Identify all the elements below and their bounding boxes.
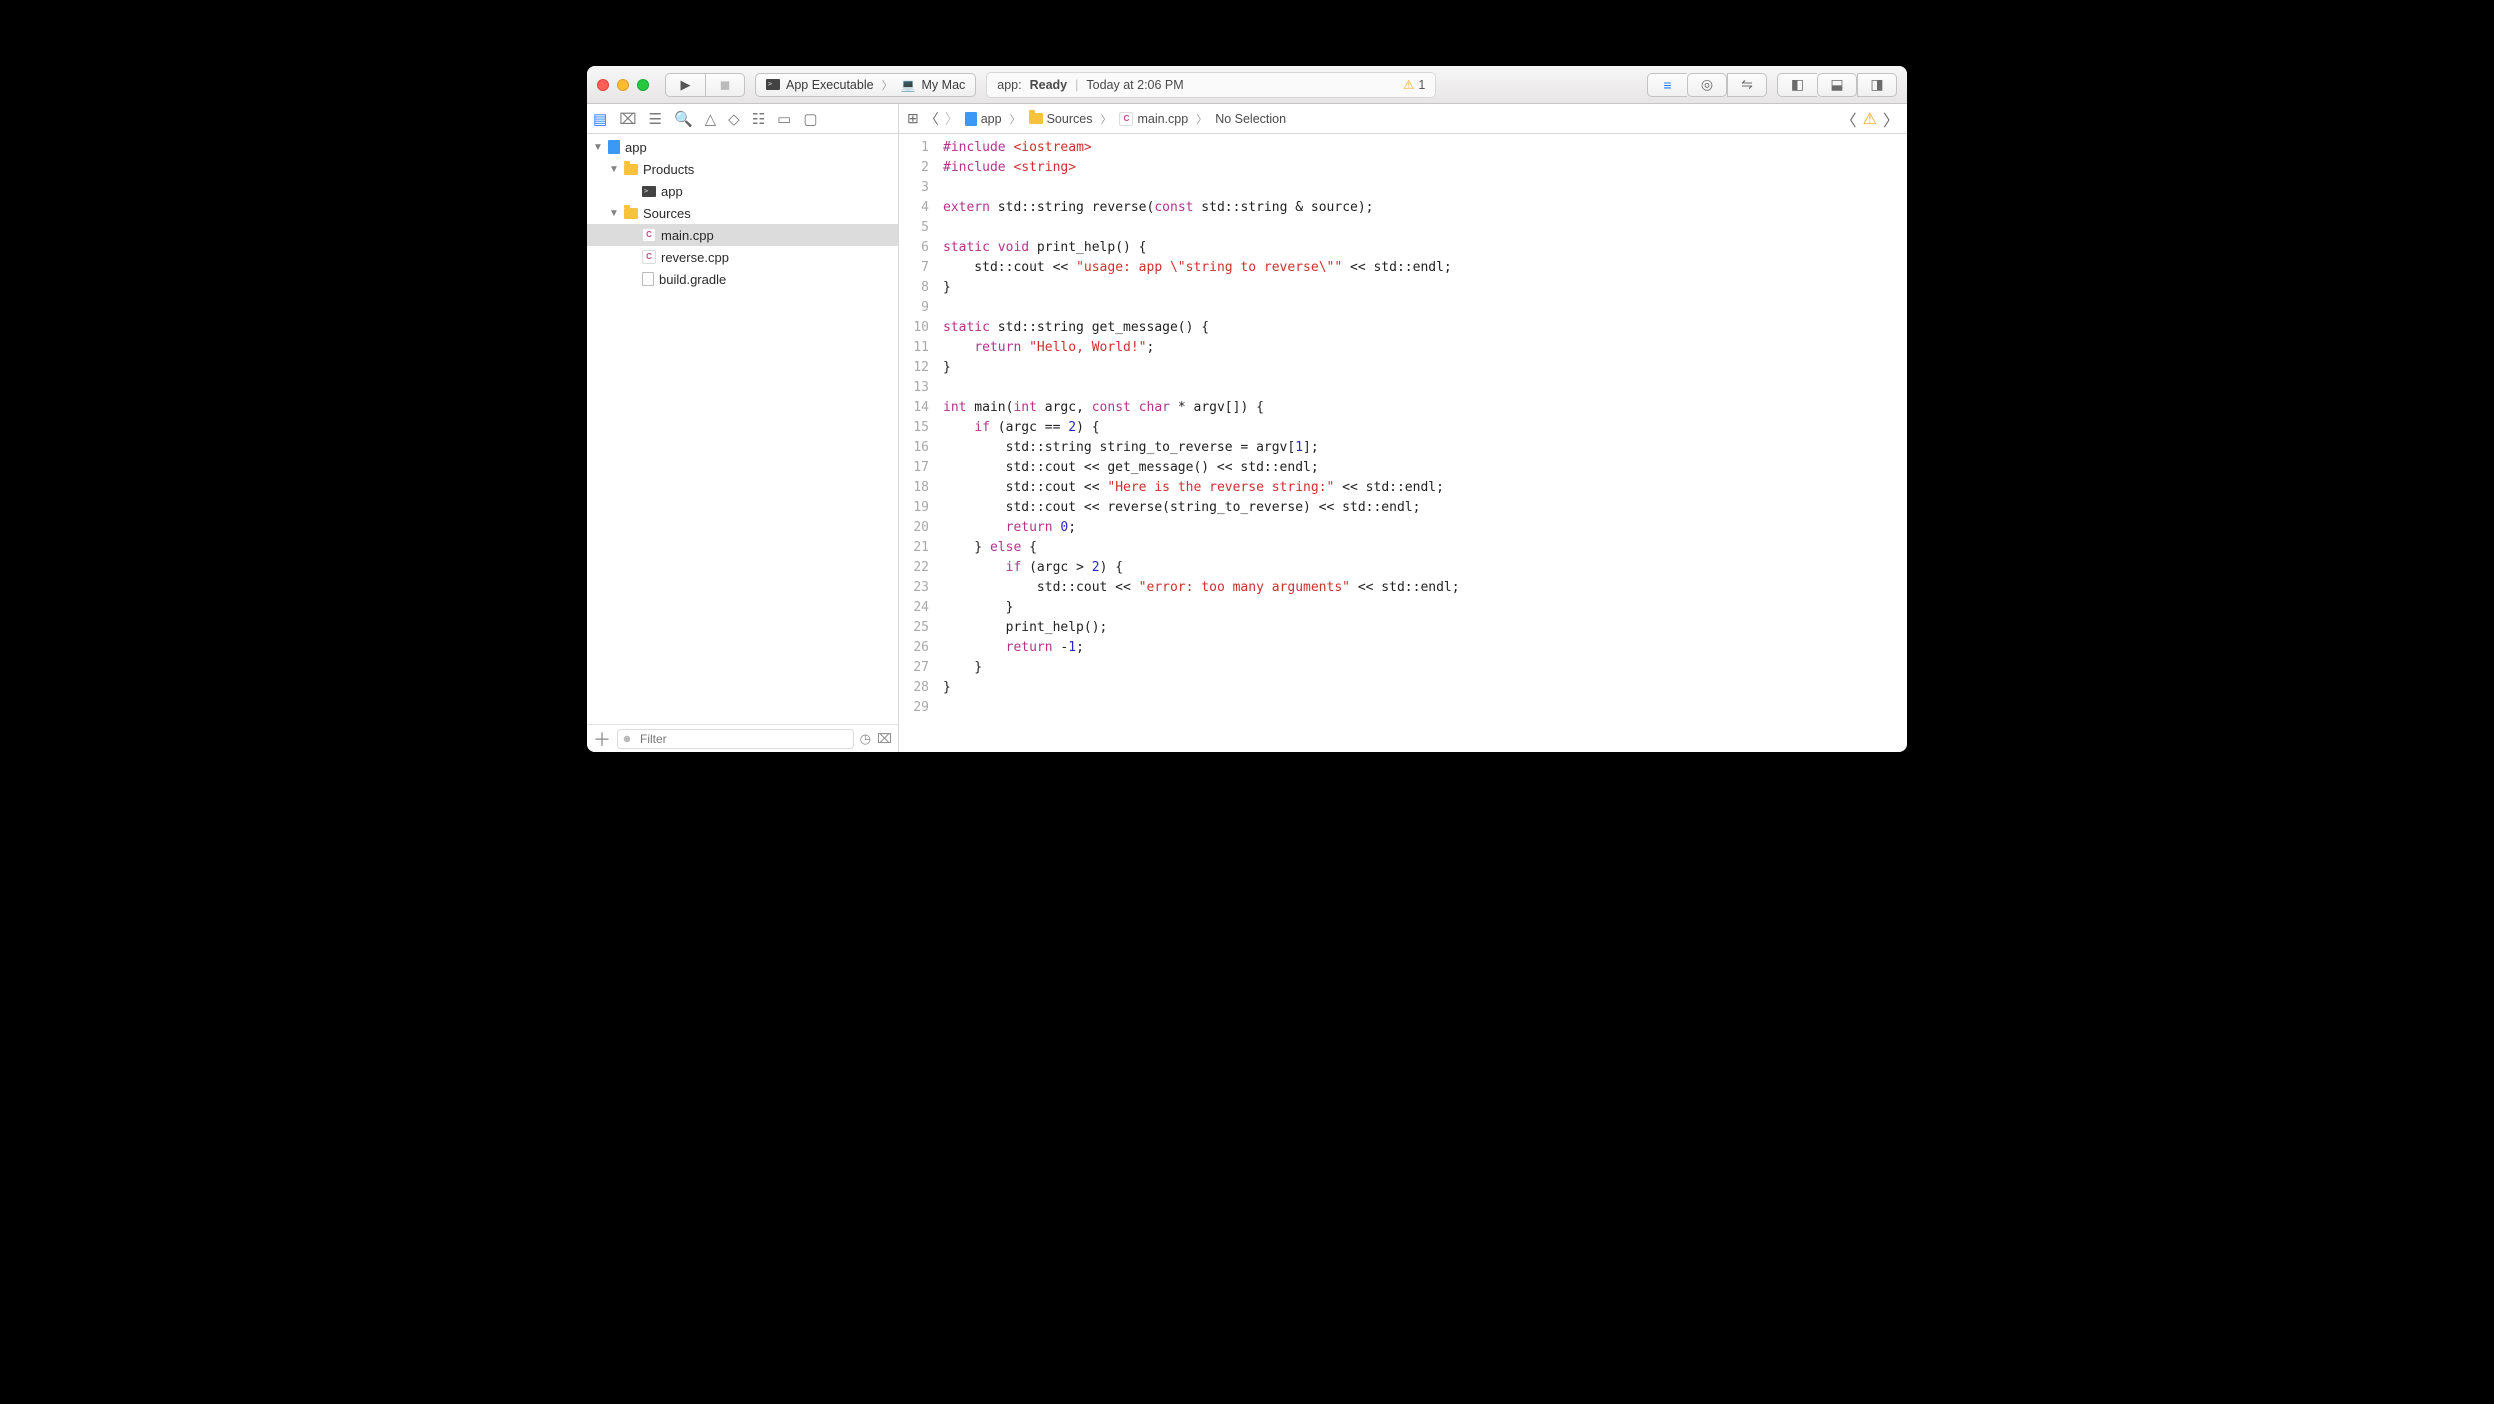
tree-row-main-cpp[interactable]: main.cpp [587,224,898,246]
symbol-navigator-tab[interactable]: ☰ [648,110,661,128]
scheme-destination: My Mac [922,78,966,92]
titlebar: ▶ ◼ App Executable 〉 💻 My Mac app: Ready… [587,66,1907,104]
tree-row-project[interactable]: ▼ app [587,136,898,158]
disclosure-triangle-icon[interactable]: ▼ [609,208,619,219]
project-navigator-tab[interactable]: ▤ [593,110,607,128]
status-state: Ready [1030,78,1068,92]
executable-icon [642,186,656,197]
tree-label: app [625,140,647,155]
find-navigator-tab[interactable]: 🔍 [674,110,693,128]
folder-icon [1029,113,1043,124]
source-control-navigator-tab[interactable]: ⌧ [619,110,636,128]
code-editor[interactable]: 1234567891011121314151617181920212223242… [899,134,1907,752]
disclosure-triangle-icon[interactable]: ▼ [609,164,619,175]
report-navigator-tab[interactable]: ▢ [803,110,817,128]
scm-filter-icon[interactable]: ⌧ [877,731,892,747]
crumb-project[interactable]: app [965,112,1002,126]
chevron-right-icon: 〉 [1194,111,1209,127]
tree-row-executable[interactable]: app [587,180,898,202]
warning-count: 1 [1418,78,1425,92]
tree-row-sources[interactable]: ▼ Sources [587,202,898,224]
project-icon [608,140,620,154]
minimize-window-button[interactable] [617,79,629,91]
main-body: ▼ app ▼ Products app ▼ Sources [587,134,1907,752]
nav-forward-button[interactable]: 〉 [945,109,959,129]
close-window-button[interactable] [597,79,609,91]
crumb-file[interactable]: main.cpp [1119,112,1188,126]
tree-label: Products [643,162,694,177]
run-stop-group: ▶ ◼ [665,73,745,97]
tree-label: app [661,184,683,199]
recent-filter-icon[interactable]: ◷ [860,731,871,747]
filter-input[interactable] [617,729,854,749]
jump-forward-icon[interactable]: 〉 [1883,107,1899,131]
navigator-tabs: ▤ ⌧ ☰ 🔍 △ ◇ ☷ ▭ ▢ [587,104,899,133]
code-area[interactable]: #include <iostream>#include <string> ext… [937,134,1907,752]
status-app: app: [997,78,1021,92]
stop-button[interactable]: ◼ [705,73,745,97]
cpp-file-icon [642,228,656,242]
project-navigator: ▼ app ▼ Products app ▼ Sources [587,134,899,752]
laptop-icon: 💻 [901,78,916,92]
scheme-selector[interactable]: App Executable 〉 💻 My Mac [755,73,976,97]
navigator-filter-bar: ＋ ◷ ⌧ [587,724,898,752]
tree-row-build-gradle[interactable]: build.gradle [587,268,898,290]
folder-icon [624,208,638,219]
toggle-right-panel-button[interactable]: ◨ [1857,73,1897,97]
issue-navigator-tab[interactable]: △ [705,110,717,128]
project-icon [965,112,977,126]
related-items-icon[interactable]: ⊞ [907,110,919,127]
tree-row-reverse-cpp[interactable]: reverse.cpp [587,246,898,268]
chevron-right-icon: 〉 [1008,111,1023,127]
status-time: Today at 2:06 PM [1086,78,1183,92]
tree-label: reverse.cpp [661,250,729,265]
cpp-file-icon [1119,112,1133,126]
version-editor-button[interactable]: ⇋ [1727,73,1767,97]
status-warning[interactable]: ⚠ 1 [1403,77,1425,92]
status-separator: | [1075,78,1078,92]
executable-icon [766,79,780,90]
jump-back-icon[interactable]: 〈 [1841,107,1857,131]
toggle-left-panel-button[interactable]: ◧ [1777,73,1817,97]
chevron-right-icon: 〉 [1098,111,1113,127]
nav-back-button[interactable]: 〈 [925,109,939,129]
test-navigator-tab[interactable]: ◇ [728,110,740,128]
warning-issues-icon[interactable]: ⚠ [1863,109,1877,129]
disclosure-triangle-icon[interactable]: ▼ [593,142,603,153]
assistant-editor-button[interactable]: ◎ [1687,73,1727,97]
navigation-bar: ▤ ⌧ ☰ 🔍 △ ◇ ☷ ▭ ▢ ⊞ 〈 〉 app 〉 Sources 〉 … [587,104,1907,134]
scheme-target: App Executable [786,78,874,92]
toggle-bottom-panel-button[interactable]: ⬓ [1817,73,1857,97]
run-button[interactable]: ▶ [665,73,705,97]
breakpoint-navigator-tab[interactable]: ▭ [777,110,791,128]
tree-row-products[interactable]: ▼ Products [587,158,898,180]
crumb-selection[interactable]: No Selection [1215,112,1286,126]
debug-navigator-tab[interactable]: ☷ [752,110,765,128]
line-gutter: 1234567891011121314151617181920212223242… [899,134,937,752]
add-button[interactable]: ＋ [593,726,611,752]
file-tree: ▼ app ▼ Products app ▼ Sources [587,134,898,724]
folder-icon [624,164,638,175]
tree-label: main.cpp [661,228,714,243]
chevron-right-icon: 〉 [880,77,895,93]
document-icon [642,272,654,286]
right-toolbar: ≡ ◎ ⇋ ◧ ⬓ ◨ [1647,73,1897,97]
tree-label: build.gradle [659,272,726,287]
editor-breadcrumb: ⊞ 〈 〉 app 〉 Sources 〉 main.cpp 〉 No Sele… [899,104,1907,133]
cpp-file-icon [642,250,656,264]
activity-status-bar[interactable]: app: Ready | Today at 2:06 PM ⚠ 1 [986,72,1436,98]
xcode-window: ▶ ◼ App Executable 〉 💻 My Mac app: Ready… [587,66,1907,752]
window-controls [597,79,649,91]
zoom-window-button[interactable] [637,79,649,91]
standard-editor-button[interactable]: ≡ [1647,73,1687,97]
crumb-folder[interactable]: Sources [1029,112,1093,126]
warning-icon: ⚠ [1403,77,1414,92]
tree-label: Sources [643,206,691,221]
